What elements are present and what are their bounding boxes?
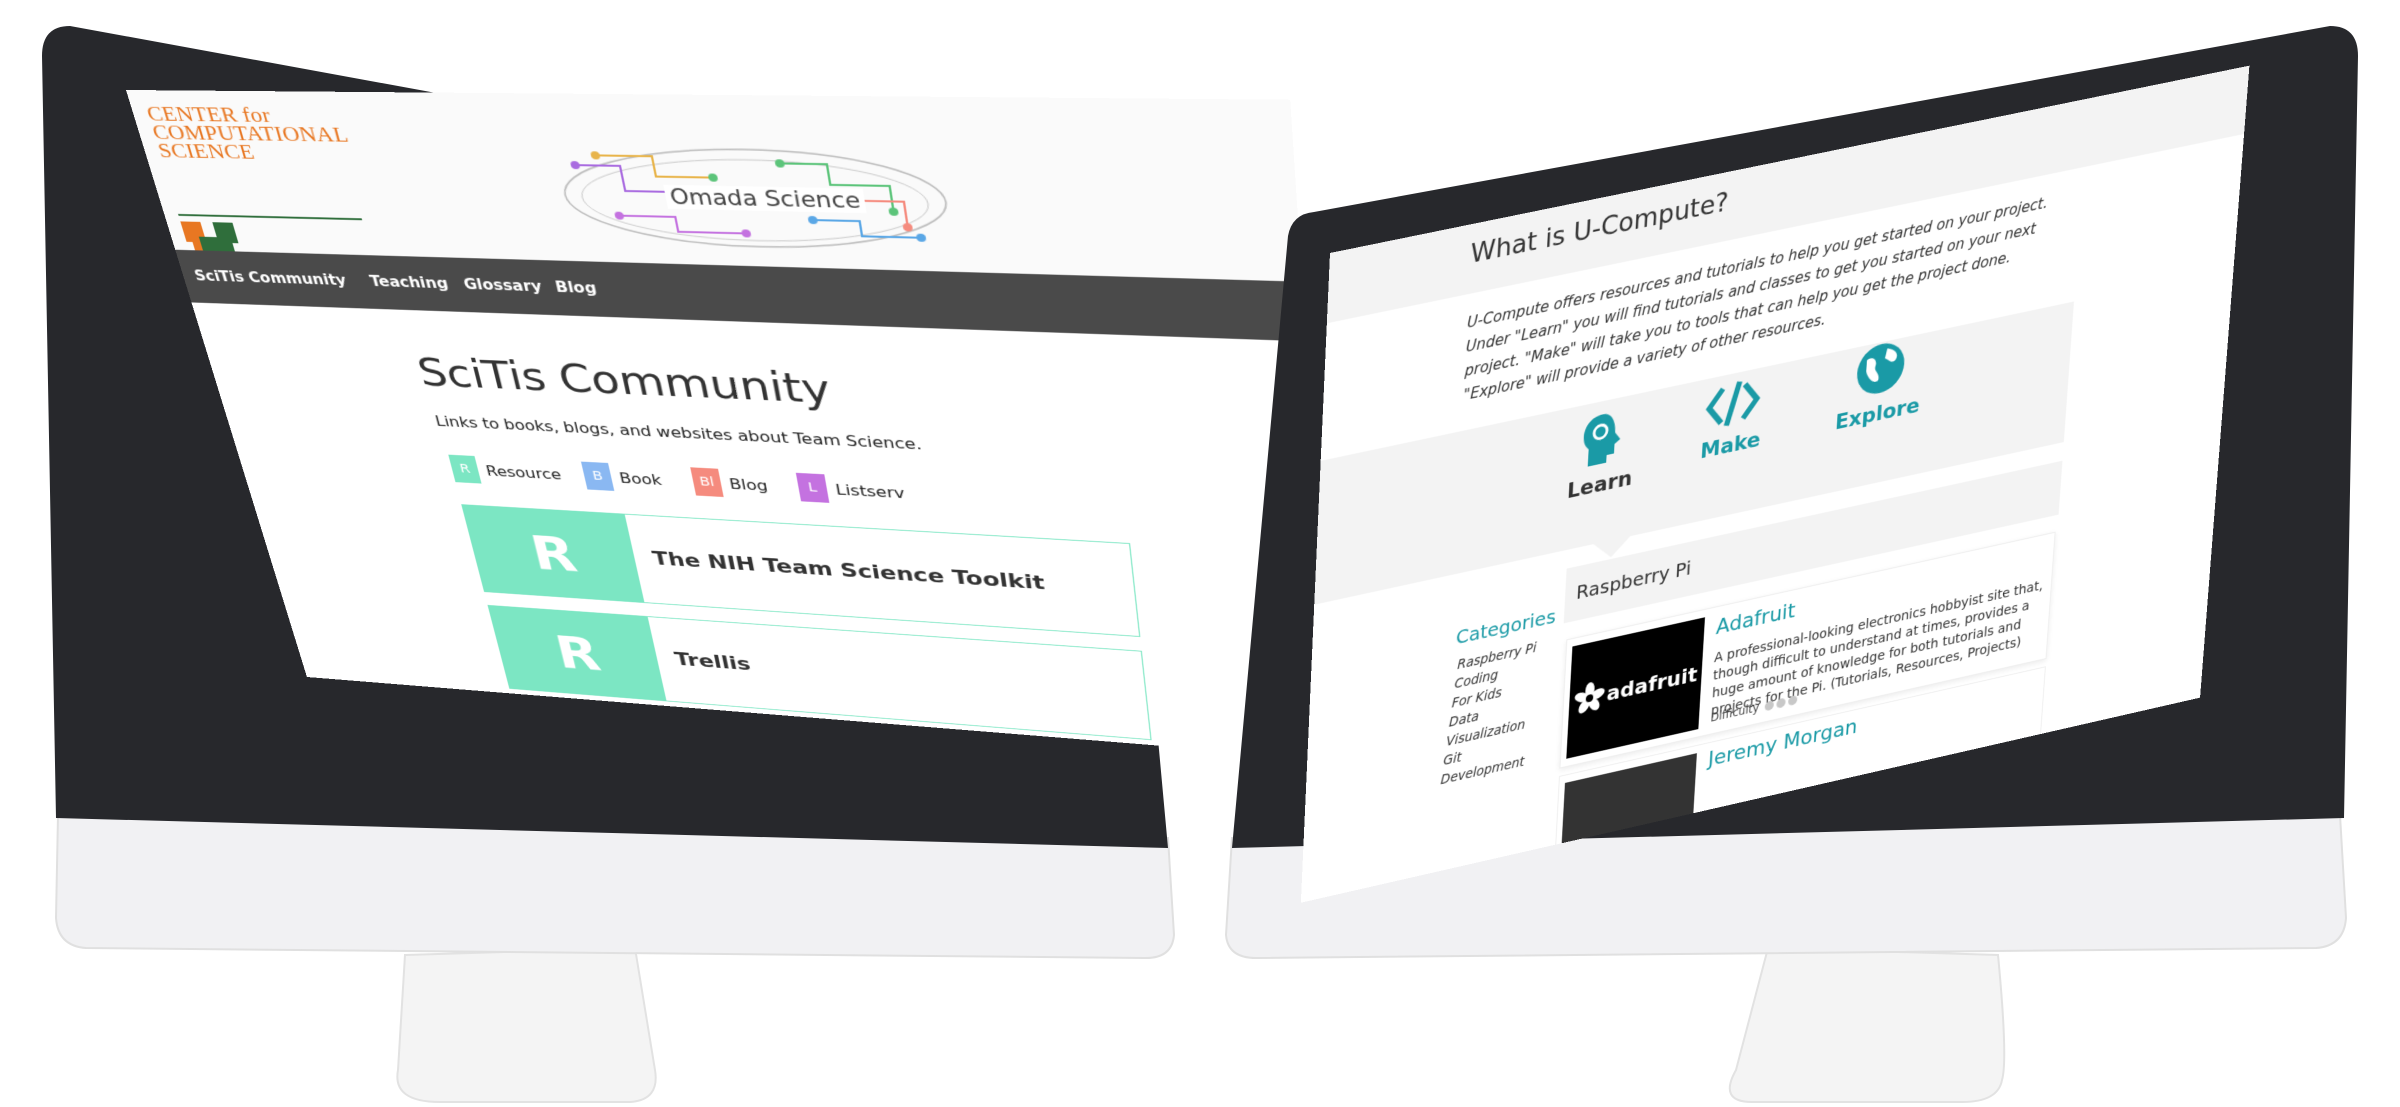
- legend-book[interactable]: B Book: [581, 462, 664, 494]
- category-data[interactable]: Data: [1449, 709, 1480, 731]
- active-tab-pointer: [1593, 536, 1631, 561]
- category-visualization[interactable]: Visualization: [1446, 717, 1526, 750]
- legend-label: Book: [618, 469, 663, 488]
- page-title: SciTis Community: [413, 350, 834, 413]
- selected-category-bar: Raspberry Pi: [1564, 461, 2063, 624]
- difficulty-dot: [1765, 700, 1775, 711]
- logo-underline: [178, 214, 362, 220]
- adafruit-logo: adafruit: [1566, 617, 1705, 758]
- left-monitor: CENTER for COMPUTATIONAL SCIENCE Omada S…: [0, 0, 1200, 1107]
- right-screen: What is U-Compute? U-Compute offers reso…: [1301, 66, 2250, 903]
- nav-teaching[interactable]: Teaching: [368, 273, 450, 292]
- category-raspberry-pi[interactable]: Raspberry Pi: [1457, 640, 1537, 672]
- globe-icon: [1853, 337, 1907, 401]
- resource-badge: R: [448, 455, 481, 484]
- category-coding[interactable]: Coding: [1454, 667, 1498, 692]
- difficulty-dot: [1788, 694, 1798, 705]
- adafruit-wordmark: adafruit: [1606, 663, 1698, 707]
- difficulty-rating: Difficulty: [1710, 692, 1798, 725]
- legend-label: Resource: [484, 462, 563, 482]
- difficulty-dot: [1777, 697, 1787, 708]
- learn-label: Learn: [1566, 466, 1632, 504]
- book-badge: B: [581, 462, 614, 491]
- category-for-kids[interactable]: For Kids: [1451, 685, 1502, 711]
- title-band: [1327, 66, 2250, 324]
- nav-band: [1314, 302, 2074, 605]
- category-development[interactable]: Development: [1440, 754, 1525, 788]
- explore-tab[interactable]: Explore: [1834, 333, 1924, 435]
- resource-title[interactable]: Jeremy Morgan: [1707, 715, 1858, 772]
- selected-category-label: Raspberry Pi: [1576, 556, 1692, 604]
- page-subtitle: Links to books, blogs, and websites abou…: [433, 413, 922, 454]
- legend-resource[interactable]: R Resource: [448, 455, 564, 489]
- listserv-badge: L: [796, 473, 830, 503]
- omada-title: Omada Science: [663, 185, 867, 213]
- nav-blog[interactable]: Blog: [554, 279, 599, 297]
- card-title[interactable]: The NIH Team Science Toolkit: [651, 548, 1046, 594]
- category-git[interactable]: Git: [1443, 750, 1462, 769]
- resource-thumbnail: [1559, 753, 1697, 894]
- brain-head-icon: [1578, 408, 1625, 471]
- make-tab[interactable]: Make: [1700, 375, 1765, 465]
- left-screen: CENTER for COMPUTATIONAL SCIENCE Omada S…: [126, 90, 1334, 760]
- card-title[interactable]: Trellis: [673, 649, 753, 675]
- nav-scitis-community[interactable]: SciTis Community: [192, 267, 348, 288]
- omada-logo[interactable]: Omada Science: [546, 134, 960, 264]
- section-title: What is U-Compute?: [1470, 187, 1729, 270]
- ccs-logo[interactable]: CENTER for COMPUTATIONAL SCIENCE: [144, 104, 372, 221]
- card-badge: R: [489, 606, 667, 701]
- card-badge: R: [462, 505, 644, 602]
- legend-label: Blog: [728, 475, 769, 494]
- flower-icon: [1573, 679, 1606, 718]
- resource-card[interactable]: adafruit Adafruit A professional-looking…: [1559, 532, 2055, 769]
- legend-blog[interactable]: Bl Blog: [690, 467, 770, 499]
- intro-text: U-Compute offers resources and tutorials…: [1463, 190, 2056, 408]
- resource-description: A professional-looking electronics hobby…: [1710, 577, 2046, 721]
- legend-listserv[interactable]: L Listserv: [796, 473, 907, 507]
- code-icon: [1704, 375, 1762, 432]
- blog-badge: Bl: [690, 467, 723, 497]
- explore-label: Explore: [1834, 394, 1920, 436]
- make-label: Make: [1700, 428, 1761, 465]
- difficulty-label: Difficulty: [1710, 701, 1759, 725]
- categories-title: Categories: [1455, 604, 1556, 649]
- nav-glossary[interactable]: Glossary: [462, 276, 544, 295]
- resource-card[interactable]: Jeremy Morgan: [1553, 666, 2046, 889]
- learn-tab[interactable]: Learn: [1566, 405, 1636, 504]
- legend-label: Listserv: [834, 481, 906, 502]
- resource-title[interactable]: Adafruit: [1715, 599, 1796, 640]
